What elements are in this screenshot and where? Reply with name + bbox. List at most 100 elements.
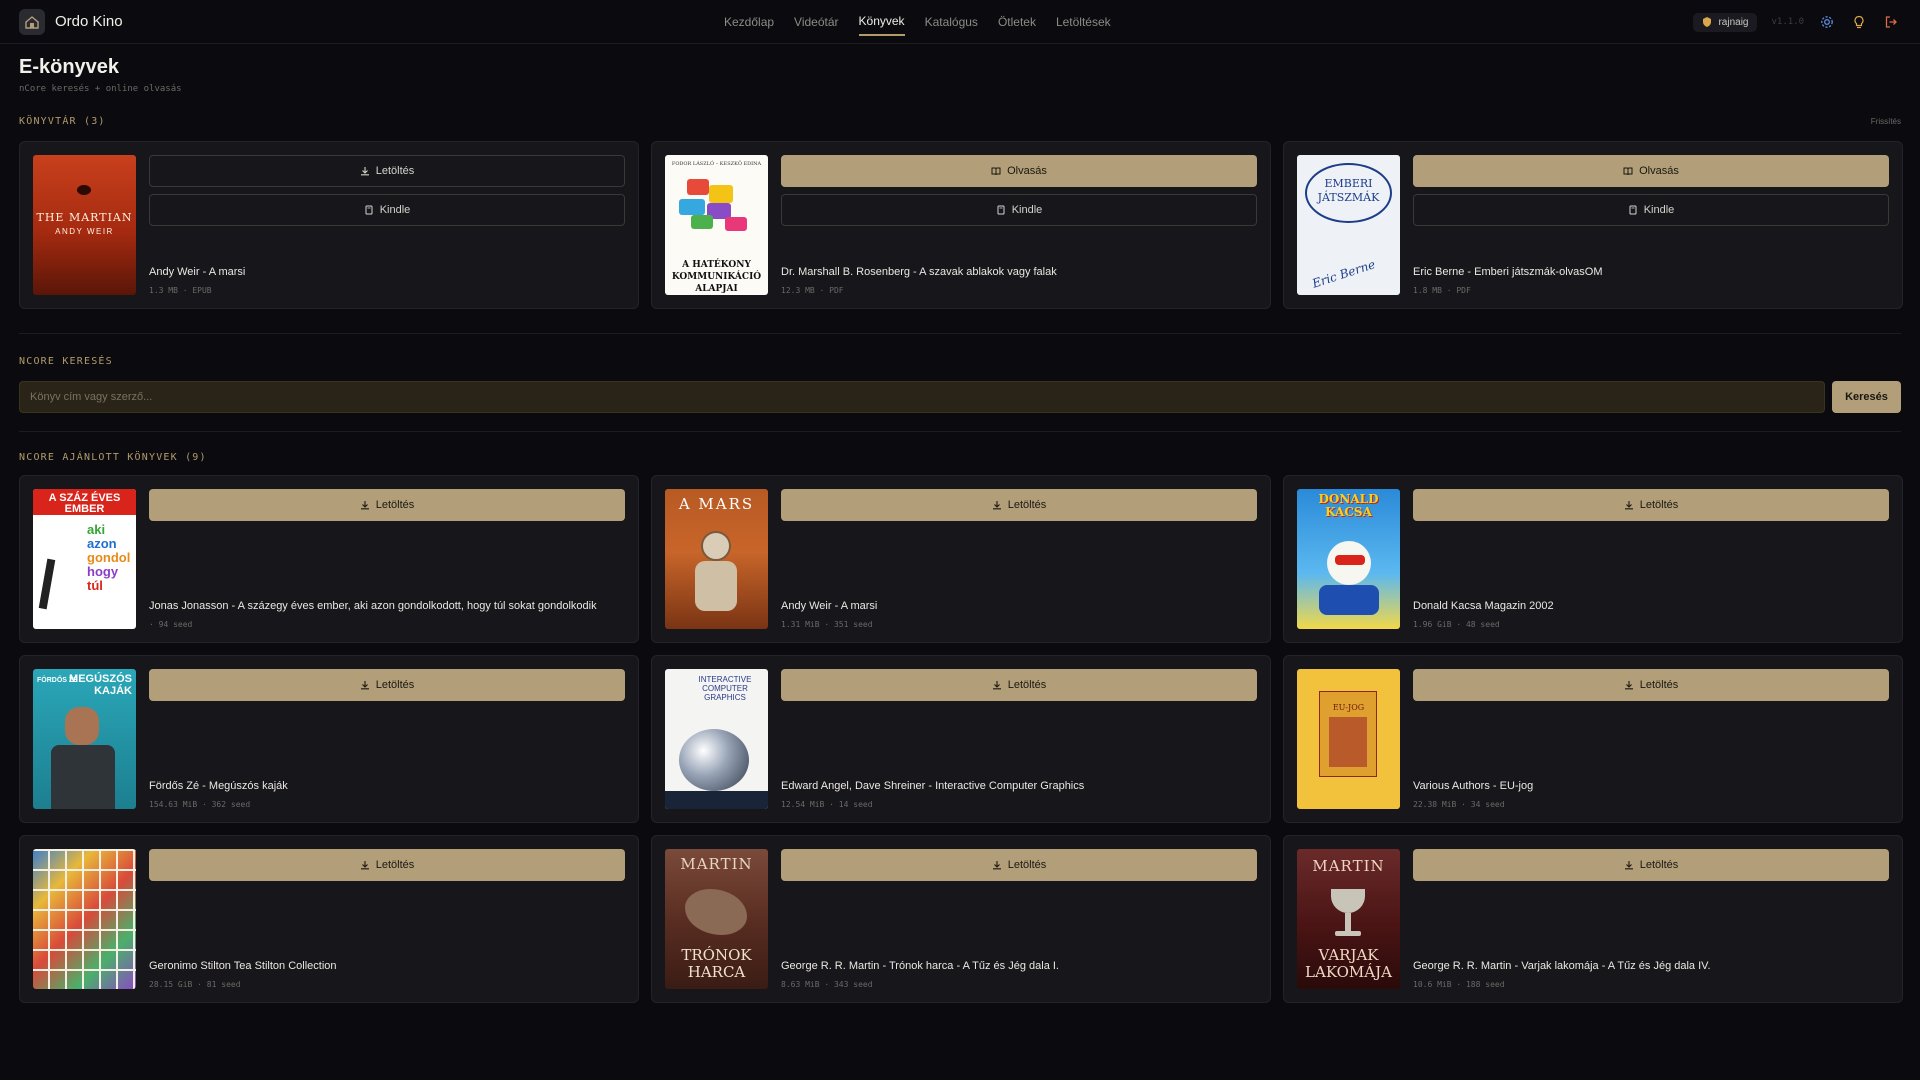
download-button[interactable]: Letöltés [149,669,625,701]
download-icon [360,167,369,176]
book-cover[interactable]: THE MARTIAN ANDY WEIR [33,155,136,295]
nav-item-downloads[interactable]: Letöltések [1056,9,1111,35]
cover-author: MARTIN [680,855,753,873]
download-button-label: Letöltés [1007,499,1047,511]
search-button[interactable]: Keresés [1832,381,1901,413]
read-button[interactable]: Olvasás [1413,155,1889,187]
recommended-book-card: EU-JOG Letöltés Various Authors - EU-jog… [1283,655,1903,823]
user-menu[interactable]: rajnaig [1693,12,1758,32]
recommended-book-card: MARTIN TRÓNOK HARCA Letöltés George R. R… [651,835,1271,1003]
kindle-button-label: Kindle [379,204,411,216]
book-title: Various Authors - EU-jog [1413,780,1534,792]
book-meta: 1.96 GiB · 48 seed [1413,620,1500,629]
brand[interactable]: Ordo Kino [19,8,123,35]
library-book-card: THE MARTIAN ANDY WEIR Letöltés Kindle An… [19,141,639,309]
cover-title: INTERACTIVE COMPUTER GRAPHICS [698,675,752,702]
page-subtitle: nCore keresés + online olvasás [19,84,182,94]
download-icon [360,681,369,690]
book-cover[interactable]: MEGÚSZÓS KAJÁK FÖRDŐS ZÉ [33,669,136,809]
download-button[interactable]: Letöltés [149,489,625,521]
kindle-icon [365,205,373,215]
read-button-label: Olvasás [1639,165,1679,177]
nav-item-books[interactable]: Könyvek [858,8,905,36]
download-button[interactable]: Letöltés [1413,669,1889,701]
book-title: Eric Berne - Emberi játszmák-olvasOM [1413,266,1603,278]
cover-title: THE MARTIAN [36,211,133,224]
recommended-book-card: A SZÁZ ÉVES EMBER aki azon gondol hogy túl L… [19,475,639,643]
cover-author: FÖRDŐS ZÉ [37,677,78,684]
download-button[interactable]: Letöltés [781,489,1257,521]
cover-author: ANDY WEIR [55,227,114,236]
download-button[interactable]: Letöltés [149,155,625,187]
book-cover[interactable]: A SZÁZ ÉVES EMBER aki azon gondol hogy túl [33,489,136,629]
version-label: v1.1.0 [1771,17,1804,27]
refresh-link[interactable]: Frissítés [1871,117,1901,126]
recommended-book-card: MEGÚSZÓS KAJÁK FÖRDŐS ZÉ Letöltés Fördős… [19,655,639,823]
download-icon [992,681,1001,690]
cover-author: MARTIN [1312,857,1385,875]
download-button[interactable]: Letöltés [149,849,625,881]
book-cover[interactable]: MARTIN VARJAK LAKOMÁJA [1297,849,1400,989]
recommended-book-card: Letöltés Geronimo Stilton Tea Stilton Co… [19,835,639,1003]
settings-icon[interactable] [1818,13,1836,31]
download-button[interactable]: Letöltés [1413,489,1889,521]
read-button[interactable]: Olvasás [781,155,1257,187]
library-book-card: EMBERI JÁTSZMÁK Eric Berne Olvasás Kindl… [1283,141,1903,309]
book-cover[interactable]: INTERACTIVE COMPUTER GRAPHICS [665,669,768,809]
recommended-book-card: A MARS Letöltés Andy Weir - A marsi 1.31… [651,475,1271,643]
book-cover[interactable] [33,849,136,989]
download-button[interactable]: Letöltés [781,669,1257,701]
kindle-button-label: Kindle [1011,204,1043,216]
download-button-label: Letöltés [1007,859,1047,871]
book-title: Fördős Zé - Megúszós kaják [149,780,288,792]
recommended-book-card: DONALD KACSA Letöltés Donald Kacsa Magaz… [1283,475,1903,643]
book-cover[interactable]: EMBERI JÁTSZMÁK Eric Berne [1297,155,1400,295]
kindle-button[interactable]: Kindle [781,194,1257,226]
kindle-button[interactable]: Kindle [149,194,625,226]
book-cover[interactable]: A MARS [665,489,768,629]
book-meta: · 94 seed [149,620,193,629]
nav-item-videos[interactable]: Videótár [794,9,838,35]
book-title: Donald Kacsa Magazin 2002 [1413,600,1554,612]
download-button[interactable]: Letöltés [1413,849,1889,881]
nav-item-ideas[interactable]: Ötletek [998,9,1036,35]
lightbulb-icon[interactable] [1850,13,1868,31]
app-name: Ordo Kino [55,13,123,30]
book-meta: 12.3 MB · PDF [781,286,844,295]
book-title: Edward Angel, Dave Shreiner - Interactiv… [781,780,1085,792]
recommended-section-title: NCORE AJÁNLOTT KÖNYVEK (9) [19,452,207,463]
download-icon [1624,501,1633,510]
home-icon [19,8,45,35]
book-cover[interactable]: EU-JOG [1297,669,1400,809]
kindle-button[interactable]: Kindle [1413,194,1889,226]
library-section-title: KÖNYVTÁR (3) [19,116,106,127]
library-grid: THE MARTIAN ANDY WEIR Letöltés Kindle An… [19,141,1903,309]
book-title: Geronimo Stilton Tea Stilton Collection [149,960,337,972]
user-badge-icon [1703,17,1712,27]
recommended-book-card: INTERACTIVE COMPUTER GRAPHICS Letöltés E… [651,655,1271,823]
nav-item-catalog[interactable]: Katalógus [925,9,978,35]
download-button-label: Letöltés [375,165,415,177]
book-cover[interactable]: DONALD KACSA [1297,489,1400,629]
download-icon [1624,861,1633,870]
book-cover[interactable]: MARTIN TRÓNOK HARCA [665,849,768,989]
cover-title: EU-JOG [1332,703,1365,712]
search-input[interactable] [19,381,1825,413]
cover-title: DONALD KACSA [1318,492,1379,519]
download-button[interactable]: Letöltés [781,849,1257,881]
page-title: E-könyvek [19,56,120,78]
book-meta: 154.63 MiB · 362 seed [149,800,251,809]
search-section-title: NCORE KERESÉS [19,356,113,367]
book-title: Jonas Jonasson - A százegy éves ember, a… [149,600,597,612]
cover-author: Eric Berne [1310,257,1377,291]
cover-title: TRÓNOK HARCA [681,946,752,981]
book-meta: 10.6 MiB · 188 seed [1413,980,1505,989]
main-nav: Kezdőlap Videótár Könyvek Katalógus Ötle… [724,0,1111,44]
download-button-label: Letöltés [1639,499,1679,511]
username: rajnaig [1718,16,1749,28]
cover-author: FODOR LÁSZLÓ – KESZKŐ EDINA [671,161,762,167]
nav-item-home[interactable]: Kezdőlap [724,9,774,35]
download-icon [992,861,1001,870]
book-cover[interactable]: FODOR LÁSZLÓ – KESZKŐ EDINA A HATÉKONY K… [665,155,768,295]
logout-icon[interactable] [1882,13,1900,31]
